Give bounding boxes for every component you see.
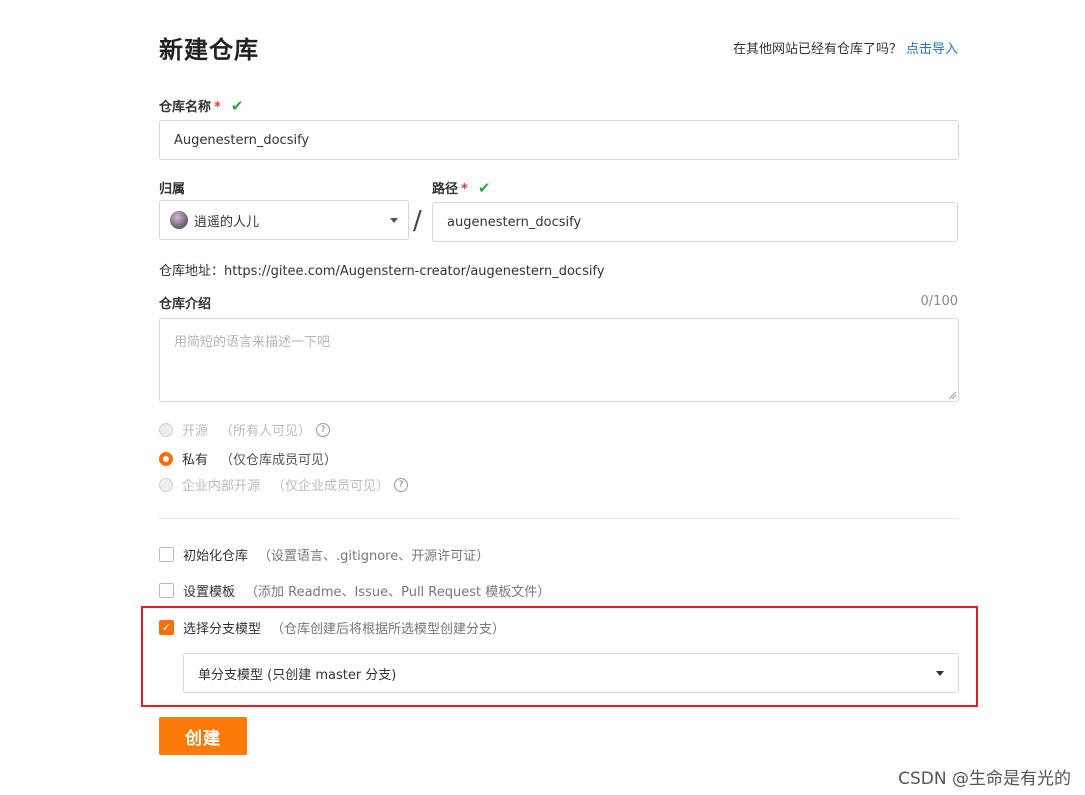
import-prompt-text: 在其他网站已经有仓库了吗？ [732,42,902,57]
template-note: （添加 Readme、Issue、Pull Request 模板文件） [245,585,551,600]
check-icon: ✔ [230,97,244,115]
path-label-row: 路径 * ✔ [432,178,490,197]
path-separator: / [413,206,422,236]
repo-name-value: Augenestern_docsify [174,132,310,148]
page-title: 新建仓库 [159,36,259,64]
init-repo-note: （设置语言、.gitignore、开源许可证） [258,549,490,564]
checkbox[interactable] [159,583,174,598]
branch-model-select[interactable]: 单分支模型 (只创建 master 分支) [183,653,959,693]
repo-name-label: 仓库名称 [159,100,212,115]
branch-model-value: 单分支模型 (只创建 master 分支) [198,667,397,683]
branch-model-label: 选择分支模型 [183,622,262,637]
path-input[interactable]: augenestern_docsify [432,202,958,242]
section-divider [159,518,959,519]
visibility-label: 私有 [182,453,209,468]
init-repo-label: 初始化仓库 [183,549,249,564]
repo-address: 仓库地址：https://gitee.com/Augenstern-creato… [159,264,605,279]
template-option[interactable]: 设置模板 （添加 Readme、Issue、Pull Request 模板文件） [159,581,550,600]
visibility-note: （仅企业成员可见） [272,479,390,494]
avatar [170,211,188,229]
description-counter: 0/100 [920,294,958,309]
radio-button[interactable] [159,477,173,492]
path-label: 路径 [432,182,459,197]
description-label: 仓库介绍 [159,297,212,312]
chevron-down-icon [936,670,944,676]
owner-selected: 逍遥的人儿 [170,211,259,230]
checkbox[interactable] [159,547,174,562]
import-link[interactable]: 点击导入 [906,42,958,57]
create-button[interactable]: 创建 [159,717,247,755]
check-icon: ✔ [477,179,491,197]
visibility-option-private[interactable]: 私有 （仅仓库成员可见） [159,449,337,468]
template-label: 设置模板 [183,585,236,600]
chevron-down-icon [390,217,398,223]
visibility-label: 企业内部开源 [182,479,261,494]
branch-model-note: （仓库创建后将根据所选模型创建分支） [271,622,506,637]
path-value: augenestern_docsify [447,214,582,230]
visibility-note: （所有人可见） [220,424,312,439]
import-prompt: 在其他网站已经有仓库了吗？ 点击导入 [733,38,958,57]
radio-button-selected[interactable] [159,451,173,466]
required-mark: * [214,100,221,115]
resize-handle-icon[interactable] [948,391,956,399]
visibility-option-enterprise[interactable]: 企业内部开源 （仅企业成员可见） ? [159,475,409,494]
visibility-label: 开源 [182,424,209,439]
repo-name-input[interactable]: Augenestern_docsify [159,120,959,160]
owner-value: 逍遥的人儿 [194,214,260,230]
description-textarea[interactable]: 用简短的语言来描述一下吧 [159,318,959,402]
checkbox-checked[interactable]: ✓ [159,620,174,635]
init-repo-option[interactable]: 初始化仓库 （设置语言、.gitignore、开源许可证） [159,545,489,564]
radio-button[interactable] [159,422,173,437]
watermark: CSDN @生命是有光的 [898,769,1071,789]
required-mark: * [461,182,468,197]
owner-select[interactable]: 逍遥的人儿 [159,200,409,240]
owner-label: 归属 [159,182,186,197]
question-circle-icon[interactable]: ? [316,422,331,437]
visibility-note: （仅仓库成员可见） [220,453,338,468]
description-placeholder: 用简短的语言来描述一下吧 [174,335,331,350]
question-circle-icon[interactable]: ? [394,477,409,492]
repo-name-label-row: 仓库名称 * ✔ [159,96,243,115]
visibility-option-public[interactable]: 开源 （所有人可见） ? [159,420,331,439]
branch-model-option[interactable]: ✓ 选择分支模型 （仓库创建后将根据所选模型创建分支） [159,618,505,637]
